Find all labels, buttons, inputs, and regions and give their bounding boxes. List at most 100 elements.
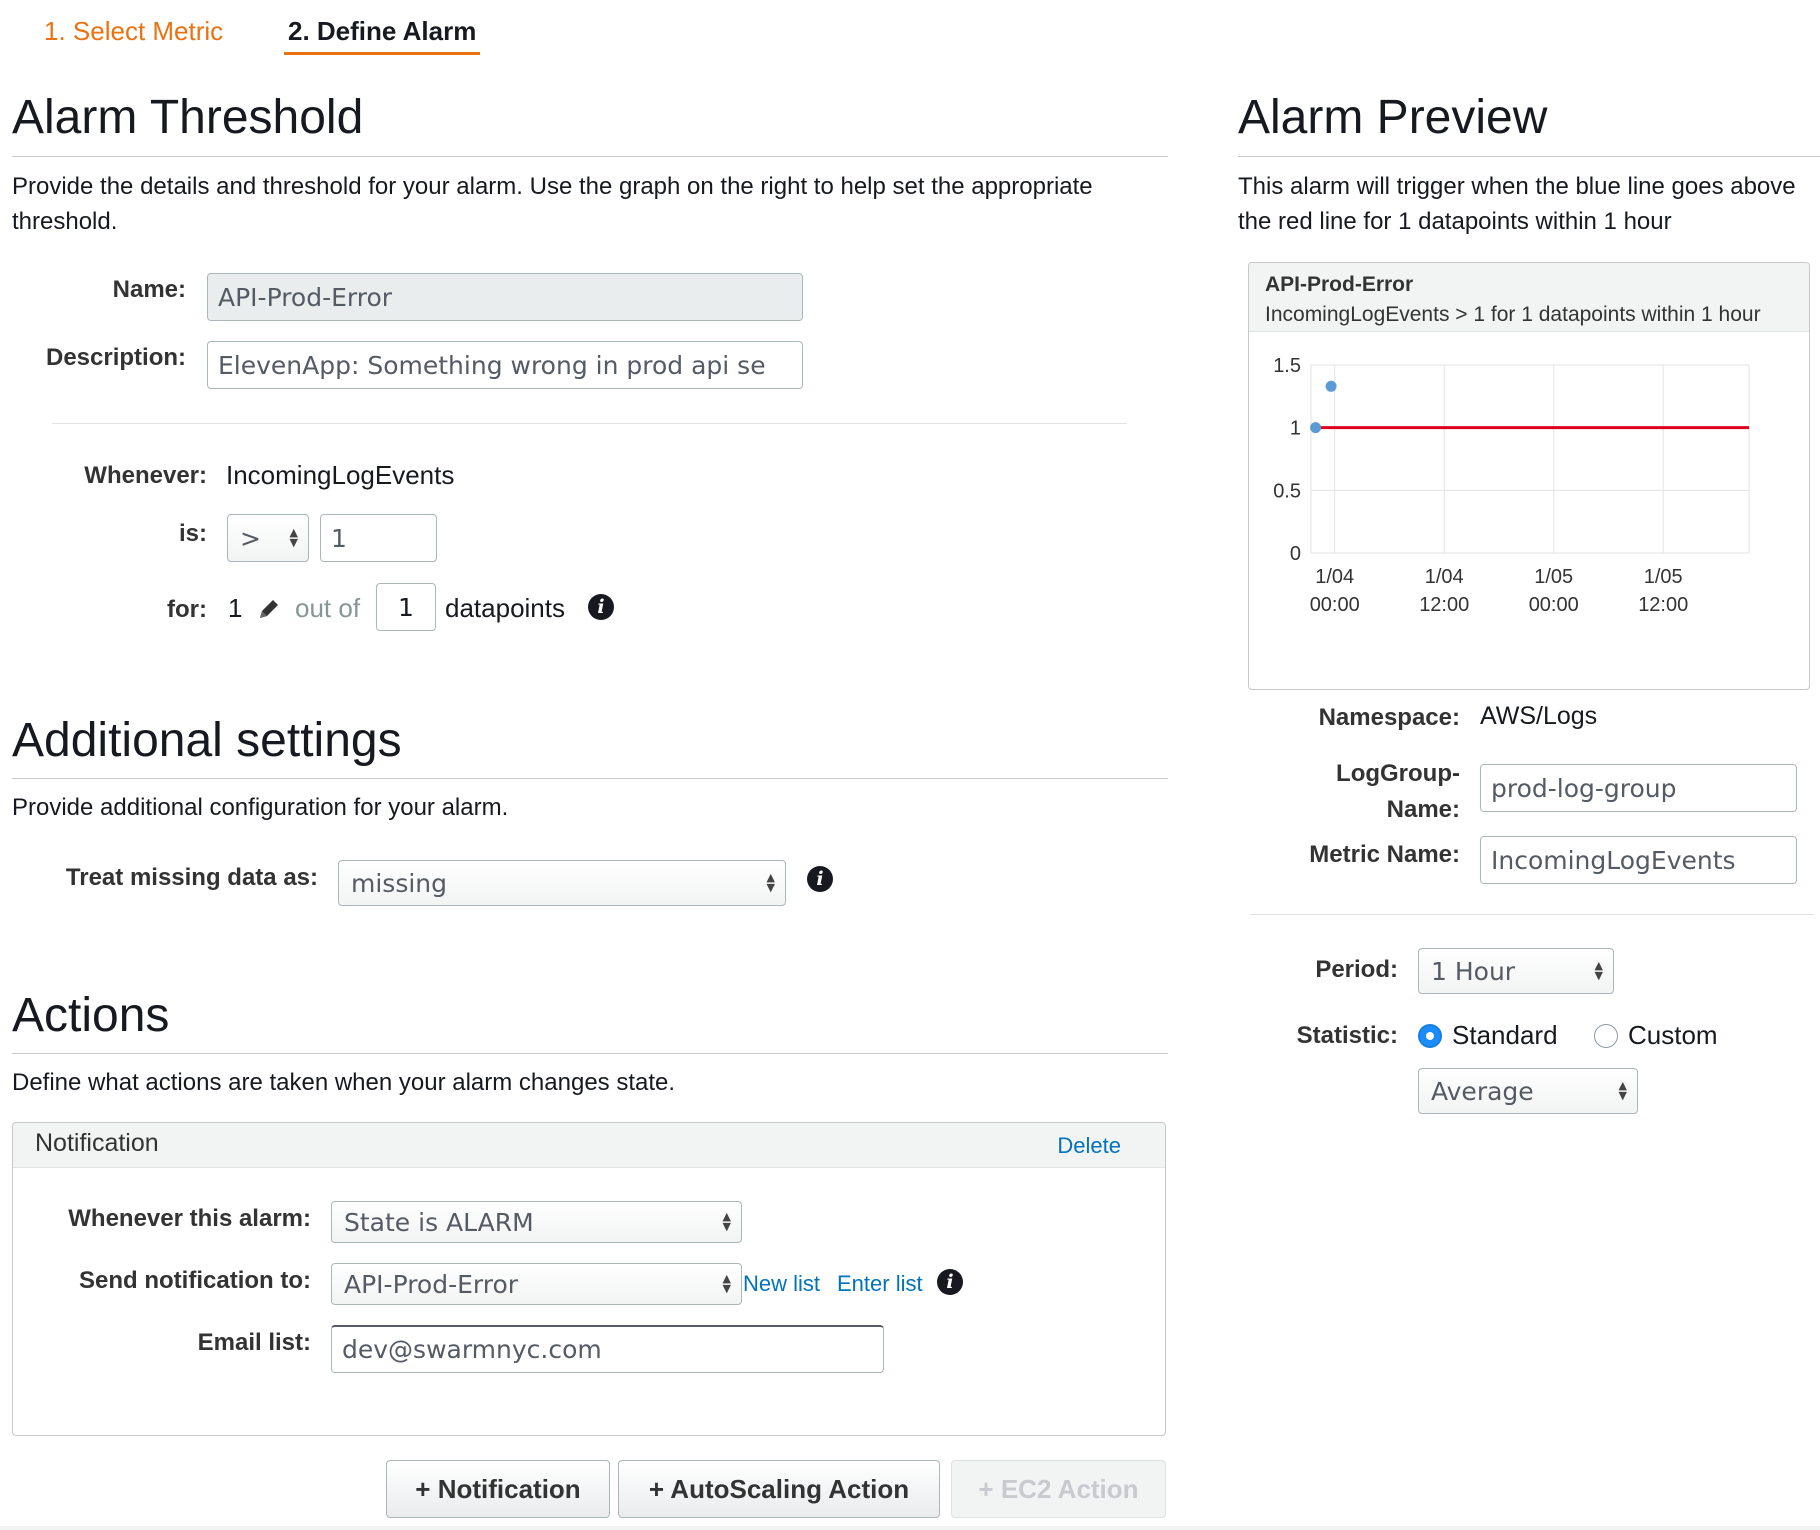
chart-subtitle: IncomingLogEvents > 1 for 1 datapoints w… xyxy=(1265,303,1761,326)
statistic-select[interactable]: Average ▲ ▼ xyxy=(1418,1068,1638,1114)
period-label: Period: xyxy=(1315,956,1398,983)
chart-datapoint xyxy=(1325,380,1337,392)
notification-panel-header xyxy=(13,1123,1165,1168)
select-arrows-icon: ▲ ▼ xyxy=(1594,959,1603,982)
add-notification-button[interactable]: + Notification xyxy=(386,1460,610,1518)
statistic-standard-radio[interactable] xyxy=(1418,1024,1442,1048)
name-input[interactable]: API-Prod-Error xyxy=(207,273,803,321)
loggroup-name-label-line2: Name: xyxy=(1386,796,1460,823)
name-label: Name: xyxy=(112,276,186,303)
alarm-state-select[interactable]: State is ALARM ▲ ▼ xyxy=(331,1201,742,1243)
namespace-value: AWS/Logs xyxy=(1480,702,1598,730)
notification-header-title: Notification xyxy=(35,1129,159,1157)
wizard-step-define-alarm[interactable]: 2. Define Alarm xyxy=(284,16,481,55)
add-autoscaling-action-button[interactable]: + AutoScaling Action xyxy=(618,1460,940,1518)
operator-select[interactable]: > ▲ ▼ xyxy=(227,514,309,562)
enter-list-link[interactable]: Enter list xyxy=(837,1271,923,1297)
for-label: for: xyxy=(167,596,207,623)
select-arrows-icon: ▲ ▼ xyxy=(1618,1079,1627,1102)
chart-x-tick-time: 00:00 xyxy=(1310,594,1360,616)
out-of-input[interactable]: 1 xyxy=(376,583,436,631)
treat-missing-select-value: missing xyxy=(351,868,448,898)
chart-y-tick-label: 0 xyxy=(1290,543,1301,565)
send-notification-select[interactable]: API-Prod-Error ▲ ▼ xyxy=(331,1263,742,1305)
metric-name-label: Metric Name: xyxy=(1309,841,1460,868)
select-arrows-icon: ▲ ▼ xyxy=(289,526,298,549)
treat-missing-label: Treat missing data as: xyxy=(65,864,318,891)
preview-inner-divider xyxy=(1250,914,1814,915)
chart-x-tick-date: 1/04 xyxy=(1425,566,1464,588)
whenever-label: Whenever: xyxy=(84,462,207,489)
select-arrows-icon: ▲ ▼ xyxy=(722,1272,731,1295)
alarm-threshold-description: Provide the details and threshold for yo… xyxy=(12,173,1093,235)
chart-y-tick-label: 0.5 xyxy=(1273,480,1301,502)
actions-divider xyxy=(12,1053,1168,1054)
additional-settings-description: Provide additional configuration for you… xyxy=(12,794,509,821)
statistic-custom-radio[interactable] xyxy=(1594,1024,1618,1048)
chart-x-tick-date: 1/05 xyxy=(1644,566,1683,588)
send-notification-select-value: API-Prod-Error xyxy=(344,1269,519,1299)
for-datapoints-value: 1 xyxy=(228,593,243,623)
threshold-inner-divider xyxy=(52,423,1127,424)
statistic-select-value: Average xyxy=(1431,1076,1534,1106)
delete-notification-link[interactable]: Delete xyxy=(1057,1133,1121,1159)
threshold-value-input[interactable]: 1 xyxy=(320,514,437,562)
description-label: Description: xyxy=(45,344,186,371)
email-list-input[interactable]: dev@swarmnyc.com xyxy=(331,1325,884,1373)
alarm-threshold-divider xyxy=(12,156,1168,157)
treat-missing-info-icon[interactable]: i xyxy=(807,866,833,892)
loggroup-name-input[interactable]: prod-log-group xyxy=(1480,764,1797,812)
wizard-step-select-metric[interactable]: 1. Select Metric xyxy=(44,16,223,47)
edit-pencil-icon[interactable] xyxy=(256,596,282,622)
alarm-preview-description: This alarm will trigger when the blue li… xyxy=(1238,173,1796,235)
datapoints-info-icon[interactable]: i xyxy=(588,594,614,620)
chart-x-tick-time: 12:00 xyxy=(1638,594,1688,616)
notification-panel: Notification Delete Whenever this alarm:… xyxy=(12,1122,1166,1436)
send-notification-info-icon[interactable]: i xyxy=(937,1269,963,1295)
additional-settings-divider xyxy=(12,778,1168,779)
alarm-preview-chart: API-Prod-Error IncomingLogEvents > 1 for… xyxy=(1248,262,1810,690)
namespace-label: Namespace: xyxy=(1318,704,1460,731)
statistic-standard-label[interactable]: Standard xyxy=(1452,1020,1558,1051)
whenever-alarm-label: Whenever this alarm: xyxy=(68,1205,311,1232)
page-footer-divider xyxy=(0,1526,1820,1530)
chart-datapoint xyxy=(1310,422,1322,434)
alarm-state-select-value: State is ALARM xyxy=(344,1207,534,1237)
treat-missing-select[interactable]: missing ▲ ▼ xyxy=(338,860,786,906)
actions-description: Define what actions are taken when your … xyxy=(12,1069,676,1096)
loggroup-name-label: LogGroup- Name: xyxy=(1250,756,1460,828)
chart-title: API-Prod-Error xyxy=(1265,273,1414,296)
chart-y-tick-label: 1.5 xyxy=(1273,355,1301,377)
chart-x-tick-date: 1/04 xyxy=(1315,566,1354,588)
add-ec2-action-button: + EC2 Action xyxy=(951,1460,1166,1518)
chart-y-tick-label: 1 xyxy=(1290,418,1301,440)
loggroup-name-label-line1: LogGroup- xyxy=(1336,760,1460,787)
chart-plot-frame xyxy=(1310,364,1750,554)
select-arrows-icon: ▲ ▼ xyxy=(722,1210,731,1233)
send-notification-label: Send notification to: xyxy=(79,1267,311,1294)
is-label: is: xyxy=(178,520,207,547)
additional-settings-heading: Additional settings xyxy=(12,714,402,767)
select-arrows-icon: ▲ ▼ xyxy=(766,871,775,894)
new-list-link[interactable]: New list xyxy=(743,1271,820,1297)
out-of-label: out of xyxy=(295,593,361,623)
chart-plot: 1.5 1 0.5 0 1/04 00:00 1/04 12:00 1/05 00:00 1/05… xyxy=(1273,355,1750,616)
active-step-underline xyxy=(284,52,481,55)
chart-x-tick-date: 1/05 xyxy=(1534,566,1573,588)
datapoints-label: datapoints xyxy=(445,593,565,623)
actions-heading: Actions xyxy=(12,989,170,1042)
chart-x-tick-time: 12:00 xyxy=(1419,594,1469,616)
period-select-value: 1 Hour xyxy=(1431,956,1516,986)
chart-x-tick-time: 00:00 xyxy=(1529,594,1579,616)
operator-select-value: > xyxy=(240,523,261,553)
statistic-custom-label[interactable]: Custom xyxy=(1628,1020,1718,1051)
alarm-preview-heading: Alarm Preview xyxy=(1238,91,1548,144)
statistic-label: Statistic: xyxy=(1296,1022,1398,1049)
wizard-step-define-alarm-label: 2. Define Alarm xyxy=(288,16,477,46)
period-select[interactable]: 1 Hour ▲ ▼ xyxy=(1418,948,1614,994)
metric-name-input[interactable]: IncomingLogEvents xyxy=(1480,836,1797,884)
description-input[interactable]: ElevenApp: Something wrong in prod api s… xyxy=(207,341,803,389)
whenever-metric-value: IncomingLogEvents xyxy=(226,460,455,490)
alarm-threshold-heading: Alarm Threshold xyxy=(12,91,364,144)
email-list-label: Email list: xyxy=(197,1329,311,1356)
